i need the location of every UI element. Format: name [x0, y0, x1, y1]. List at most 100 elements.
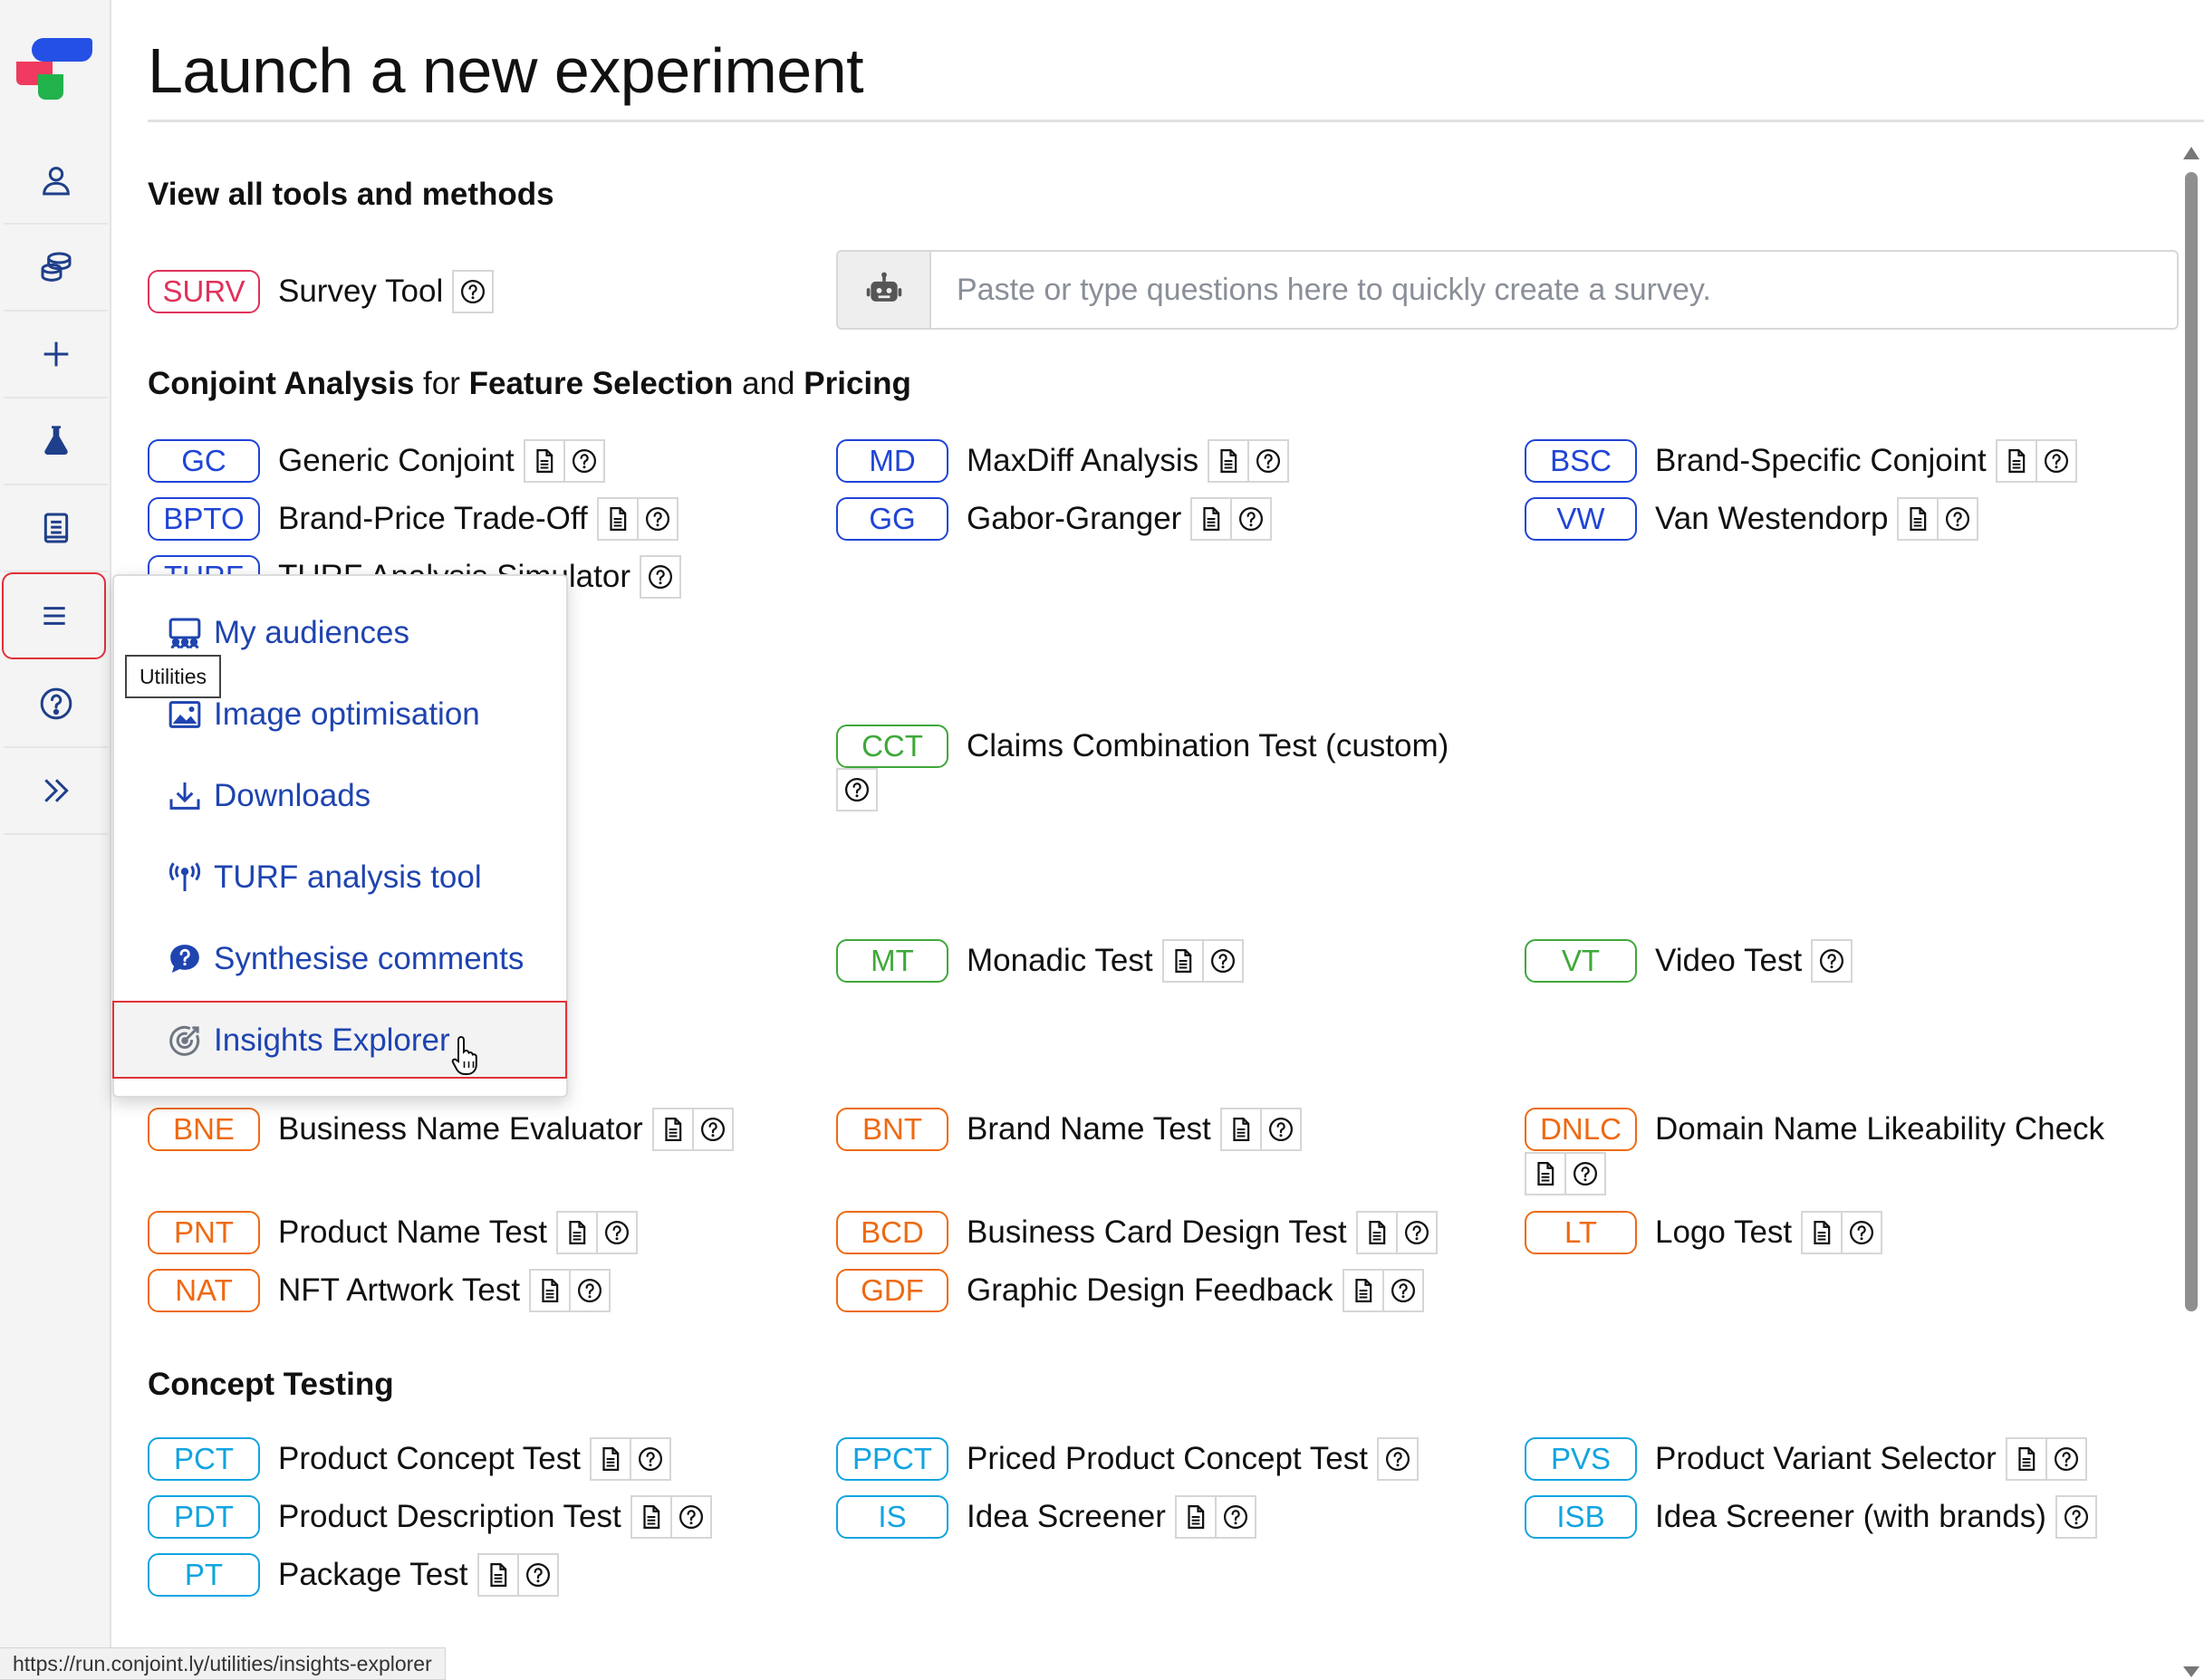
badge-bne[interactable]: BNE [148, 1108, 260, 1151]
tool-name[interactable]: Idea Screener [967, 1499, 1166, 1535]
tool-name[interactable]: Gabor-Granger [967, 501, 1181, 537]
help-icon[interactable] [1247, 439, 1290, 483]
help-icon[interactable] [1376, 1437, 1419, 1481]
tool-name[interactable]: Generic Conjoint [278, 443, 515, 479]
badge-pt[interactable]: PT [148, 1553, 260, 1597]
document-icon[interactable] [1161, 939, 1204, 983]
help-icon[interactable] [836, 768, 878, 811]
tool-name[interactable]: Brand Name Test [967, 1111, 1211, 1147]
tool-name[interactable]: Domain Name Likeability Check [1655, 1111, 2104, 1147]
scroll-up-arrow[interactable] [2183, 147, 2199, 159]
document-icon[interactable] [1525, 1152, 1566, 1195]
sidebar-menu-icon[interactable] [2, 572, 106, 659]
tool-pdt[interactable]: PDT Product Description Test [148, 1494, 712, 1540]
tool-name[interactable]: Package Test [278, 1557, 468, 1593]
document-icon[interactable] [590, 1437, 631, 1481]
tool-gg[interactable]: GG Gabor-Granger [836, 496, 1273, 542]
tool-name[interactable]: Product Variant Selector [1655, 1441, 1997, 1477]
tool-bcd[interactable]: BCD Business Card Design Test [836, 1210, 1438, 1255]
badge-bsc[interactable]: BSC [1525, 439, 1637, 483]
badge-bnt[interactable]: BNT [836, 1108, 948, 1151]
sidebar-chevrons-right-icon[interactable] [4, 748, 108, 835]
tool-cct[interactable]: CCT Claims Combination Test (custom) [836, 724, 1448, 769]
tool-is[interactable]: IS Idea Screener [836, 1494, 1256, 1540]
document-icon[interactable] [1355, 1211, 1398, 1254]
menu-item-insights-explorer[interactable]: Insights Explorer [167, 1022, 450, 1059]
menu-item-downloads[interactable]: Downloads [167, 778, 371, 814]
tool-name[interactable]: Video Test [1655, 943, 1802, 979]
document-icon[interactable] [523, 439, 565, 483]
badge-vt[interactable]: VT [1525, 939, 1637, 983]
document-icon[interactable] [529, 1269, 572, 1312]
badge-pnt[interactable]: PNT [148, 1211, 260, 1254]
document-icon[interactable] [1208, 439, 1250, 483]
tool-mt[interactable]: MT Monadic Test [836, 938, 1244, 984]
help-icon[interactable] [1811, 939, 1853, 983]
tool-lt[interactable]: LT Logo Test [1525, 1210, 1883, 1255]
menu-item-my-audiences[interactable]: My audiences [167, 615, 409, 651]
badge-cct[interactable]: CCT [836, 725, 948, 768]
menu-item-turf-analysis-tool[interactable]: TURF analysis tool [167, 859, 482, 896]
sidebar-plus-icon[interactable] [4, 312, 108, 398]
help-icon[interactable] [1564, 1152, 1606, 1195]
sidebar-flask-icon[interactable] [4, 398, 108, 485]
tool-name[interactable]: NFT Artwork Test [278, 1272, 520, 1309]
help-icon[interactable] [1201, 939, 1244, 983]
badge-bcd[interactable]: BCD [836, 1211, 948, 1254]
tool-name[interactable]: Business Name Evaluator [278, 1111, 643, 1147]
help-icon[interactable] [516, 1553, 559, 1597]
help-icon[interactable] [2035, 439, 2077, 483]
help-icon[interactable] [1395, 1211, 1438, 1254]
tool-survey[interactable]: SURV Survey Tool [148, 269, 495, 314]
tool-dnlc[interactable]: DNLC Domain Name Likeability Check [1525, 1107, 2104, 1152]
tool-name[interactable]: Van Westendorp [1655, 501, 1888, 537]
conjointly-logo[interactable] [13, 34, 94, 103]
help-icon[interactable] [563, 439, 605, 483]
badge-md[interactable]: MD [836, 439, 948, 483]
robot-icon[interactable] [838, 252, 931, 328]
document-icon[interactable] [1219, 1108, 1262, 1151]
badge-gdf[interactable]: GDF [836, 1269, 948, 1312]
tool-name[interactable]: Claims Combination Test (custom) [967, 728, 1448, 764]
badge-isb[interactable]: ISB [1525, 1495, 1637, 1539]
quick-survey-input[interactable] [931, 252, 2177, 328]
tool-bsc[interactable]: BSC Brand-Specific Conjoint [1525, 438, 2077, 484]
document-icon[interactable] [2005, 1437, 2047, 1481]
help-icon[interactable] [452, 270, 495, 313]
badge-dnlc[interactable]: DNLC [1525, 1108, 1637, 1151]
badge-ppct[interactable]: PPCT [836, 1437, 948, 1481]
tool-vt[interactable]: VT Video Test [1525, 938, 1853, 984]
menu-item-image-optimisation[interactable]: Image optimisation [167, 696, 480, 733]
help-icon[interactable] [569, 1269, 611, 1312]
sidebar-help-icon[interactable] [4, 661, 108, 748]
document-icon[interactable] [1995, 439, 2037, 483]
help-icon[interactable] [639, 555, 681, 599]
tool-nat[interactable]: NAT NFT Artwork Test [148, 1268, 611, 1313]
scroll-down-arrow[interactable] [2183, 1666, 2199, 1677]
document-icon[interactable] [1190, 497, 1233, 541]
scrollbar-thumb[interactable] [2185, 172, 2198, 1311]
tool-name[interactable]: Priced Product Concept Test [967, 1441, 1368, 1477]
badge-vw[interactable]: VW [1525, 497, 1637, 541]
tool-md[interactable]: MD MaxDiff Analysis [836, 438, 1290, 484]
badge-bpto[interactable]: BPTO [148, 497, 260, 541]
sidebar-book-icon[interactable] [4, 485, 108, 572]
document-icon[interactable] [1342, 1269, 1384, 1312]
help-icon[interactable] [636, 497, 679, 541]
help-icon[interactable] [669, 1495, 712, 1539]
tool-pvs[interactable]: PVS Product Variant Selector [1525, 1436, 2087, 1482]
tool-name[interactable]: Survey Tool [278, 274, 443, 310]
help-icon[interactable] [2055, 1495, 2097, 1539]
document-icon[interactable] [1801, 1211, 1843, 1254]
badge-mt[interactable]: MT [836, 939, 948, 983]
document-icon[interactable] [476, 1553, 519, 1597]
document-icon[interactable] [556, 1211, 598, 1254]
badge-pct[interactable]: PCT [148, 1437, 260, 1481]
tool-bne[interactable]: BNE Business Name Evaluator [148, 1107, 734, 1152]
help-icon[interactable] [2045, 1437, 2087, 1481]
tool-bnt[interactable]: BNT Brand Name Test [836, 1107, 1302, 1152]
tool-name[interactable]: Graphic Design Feedback [967, 1272, 1333, 1309]
help-icon[interactable] [596, 1211, 638, 1254]
tool-gdf[interactable]: GDF Graphic Design Feedback [836, 1268, 1424, 1313]
badge-surv[interactable]: SURV [148, 270, 260, 313]
